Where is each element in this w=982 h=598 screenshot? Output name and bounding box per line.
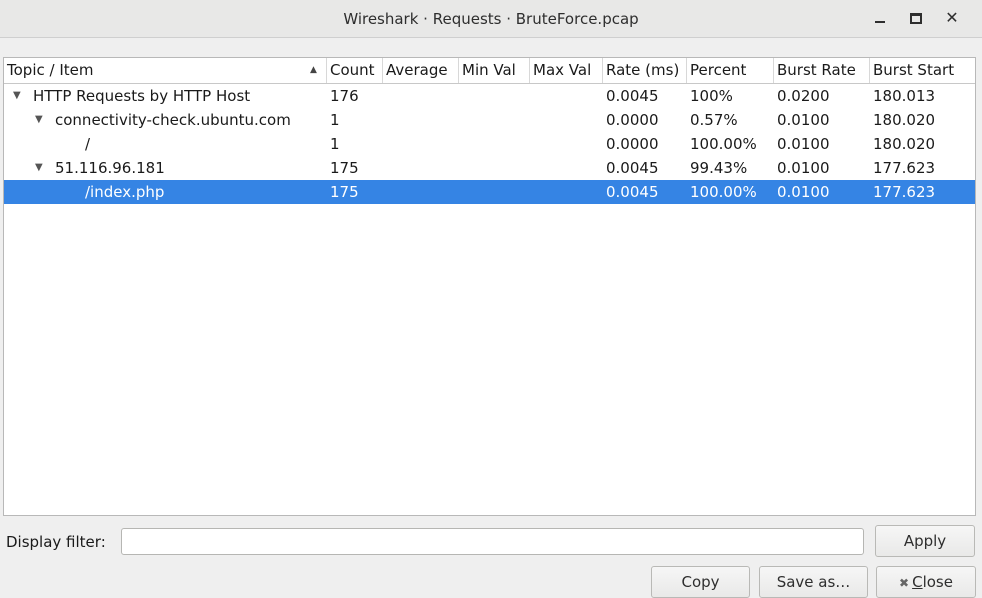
cell-burst-rate: 0.0100 (777, 159, 830, 177)
cell-rate: 0.0000 (606, 111, 659, 129)
close-mnemonic: C (912, 573, 923, 591)
display-filter-label: Display filter: (6, 533, 106, 551)
window-title: Wireshark · Requests · BruteForce.pcap (343, 9, 639, 28)
close-x-icon: ✖ (899, 576, 910, 590)
column-header-label: Count (330, 61, 375, 79)
cell-percent: 100.00% (690, 183, 757, 201)
cell-percent: 99.43% (690, 159, 748, 177)
cell-percent: 0.57% (690, 111, 738, 129)
column-header-label: Percent (690, 61, 747, 79)
cell-burst-rate: 0.0100 (777, 183, 830, 201)
save-as-button[interactable]: Save as… (759, 566, 868, 598)
cell-burst-start: 180.020 (873, 135, 936, 153)
cell-burst-rate: 0.0100 (777, 135, 830, 153)
cell-burst-start: 177.623 (873, 159, 936, 177)
cell-topic: /index.php (85, 183, 165, 201)
cell-burst-start: 180.020 (873, 111, 936, 129)
display-filter-input[interactable] (121, 528, 864, 555)
cell-burst-rate: 0.0200 (777, 87, 830, 105)
triangle-down-icon[interactable]: ▼ (35, 156, 43, 180)
cell-topic: connectivity-check.ubuntu.com (55, 111, 291, 129)
column-header-min-val[interactable]: Min Val (459, 58, 530, 83)
column-header-label: Max Val (533, 61, 592, 79)
cell-percent: 100.00% (690, 135, 757, 153)
sort-ascending-icon: ▲ (310, 65, 317, 75)
cell-burst-start: 177.623 (873, 183, 936, 201)
table-row[interactable]: / 1 0.0000 100.00% 0.0100 180.020 (4, 132, 975, 156)
column-header-topic[interactable]: Topic / Item ▲ (4, 58, 327, 83)
maximize-icon (910, 12, 922, 24)
column-header-label: Burst Start (873, 61, 955, 79)
cell-rate: 0.0000 (606, 135, 659, 153)
cell-percent: 100% (690, 87, 733, 105)
cell-count: 1 (330, 111, 340, 129)
cell-rate: 0.0045 (606, 183, 659, 201)
cell-burst-start: 180.013 (873, 87, 936, 105)
cell-rate: 0.0045 (606, 87, 659, 105)
cell-topic: / (85, 135, 91, 153)
tree-rows: ▼ HTTP Requests by HTTP Host 176 0.0045 … (4, 84, 975, 204)
column-header-percent[interactable]: Percent (687, 58, 774, 83)
column-header-label: Min Val (462, 61, 516, 79)
minimize-button[interactable] (867, 6, 893, 30)
cell-topic: HTTP Requests by HTTP Host (33, 87, 251, 105)
apply-button[interactable]: Apply (875, 525, 975, 557)
triangle-down-icon[interactable]: ▼ (35, 108, 43, 132)
cell-burst-rate: 0.0100 (777, 111, 830, 129)
cell-count: 175 (330, 183, 359, 201)
table-header: Topic / Item ▲ Count Average Min Val Max… (4, 58, 975, 84)
column-header-rate[interactable]: Rate (ms) (603, 58, 687, 83)
column-header-max-val[interactable]: Max Val (530, 58, 603, 83)
title-bar[interactable]: Wireshark · Requests · BruteForce.pcap ✕ (0, 0, 982, 38)
column-header-average[interactable]: Average (383, 58, 459, 83)
window-close-button[interactable]: ✕ (939, 6, 965, 30)
column-header-label: Topic / Item (7, 61, 94, 79)
cell-rate: 0.0045 (606, 159, 659, 177)
cell-topic: 51.116.96.181 (55, 159, 165, 177)
triangle-down-icon[interactable]: ▼ (13, 84, 21, 108)
cell-count: 175 (330, 159, 359, 177)
copy-button[interactable]: Copy (651, 566, 750, 598)
column-header-label: Burst Rate (777, 61, 856, 79)
close-button[interactable]: ✖ Close (876, 566, 976, 598)
close-icon: ✕ (945, 8, 959, 27)
close-label-rest: lose (922, 573, 953, 591)
cell-count: 1 (330, 135, 340, 153)
column-header-label: Average (386, 61, 448, 79)
table-row[interactable]: ▼ HTTP Requests by HTTP Host 176 0.0045 … (4, 84, 975, 108)
cell-count: 176 (330, 87, 359, 105)
table-row[interactable]: ▼ connectivity-check.ubuntu.com 1 0.0000… (4, 108, 975, 132)
column-header-count[interactable]: Count (327, 58, 383, 83)
minimize-icon (875, 21, 885, 23)
column-header-label: Rate (ms) (606, 61, 680, 79)
column-header-burst-start[interactable]: Burst Start (870, 58, 975, 83)
stats-tree[interactable]: Topic / Item ▲ Count Average Min Val Max… (3, 57, 976, 516)
maximize-button[interactable] (903, 6, 929, 30)
table-row[interactable]: ▼ 51.116.96.181 175 0.0045 99.43% 0.0100… (4, 156, 975, 180)
column-header-burst-rate[interactable]: Burst Rate (774, 58, 870, 83)
table-row-selected[interactable]: /index.php 175 0.0045 100.00% 0.0100 177… (4, 180, 975, 204)
